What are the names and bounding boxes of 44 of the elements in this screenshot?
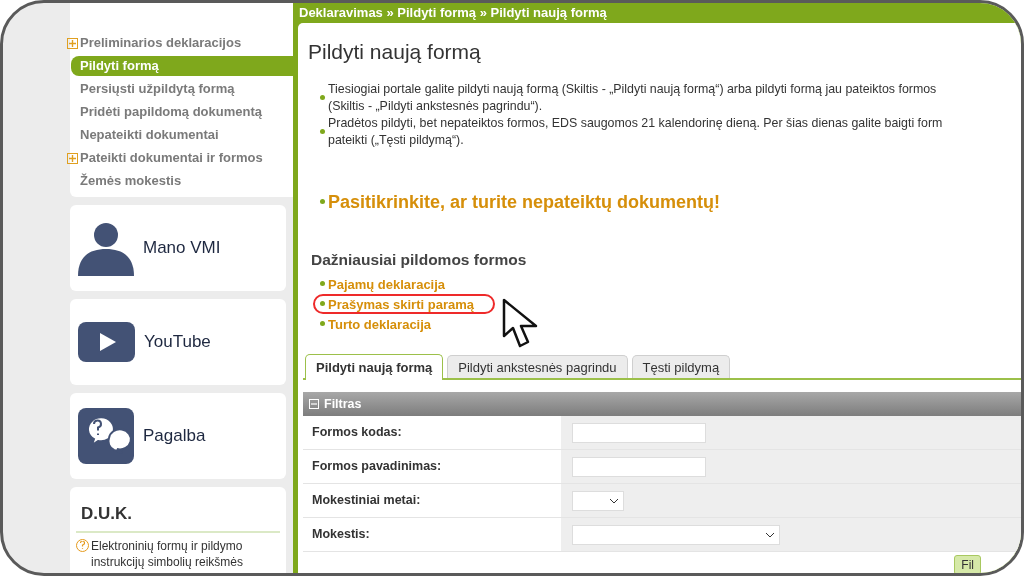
alert-link[interactable]: Pasitikrinkite, ar turite nepateiktų dokumentų! [328, 189, 721, 216]
expand-icon[interactable] [67, 152, 78, 164]
filter-header[interactable]: Filtras [303, 392, 1021, 417]
page-title: Pildyti naują formą [308, 38, 482, 65]
expand-icon[interactable] [67, 37, 78, 49]
tab[interactable]: Tęsti pildymą [631, 355, 731, 379]
filter-button[interactable]: Fil [954, 555, 981, 573]
section-heading: Dažniausiai pildomos formos [311, 250, 528, 270]
collapse-icon[interactable] [309, 399, 319, 410]
menu-item[interactable]: Persiųsti užpildytą formą [71, 79, 293, 99]
chevron-down-icon [765, 531, 775, 538]
bullet-icon [320, 300, 325, 306]
menu-item[interactable]: Žemės mokestis [71, 171, 293, 191]
text-field[interactable] [572, 456, 706, 477]
info-text: Tiesiogiai portale galite pildyti naują formą (Skiltis - „Pildyti naują formą“) arba pildyti formą jau pateiktos formos (Skiltis - „Pildyti ankstesnės pagrindu“). [328, 81, 937, 115]
year-dropdown[interactable] [572, 490, 624, 511]
link-card[interactable]: Pagalba [70, 393, 286, 479]
bullet-icon [320, 320, 325, 326]
text-field[interactable] [572, 422, 706, 443]
form-link[interactable]: Pajamų deklaracija [328, 274, 446, 294]
tab[interactable]: Pildyti naują formą [305, 354, 444, 381]
link-card[interactable]: Mano VMI [70, 205, 286, 291]
help-chat-icon [78, 408, 134, 464]
breadcrumb: Deklaravimas » Pildyti formą » Pildyti naują formą [298, 4, 608, 22]
person-icon [78, 220, 134, 276]
link-card[interactable]: YouTube [70, 299, 286, 385]
menu-item[interactable]: Nepateikti dokumentai [71, 125, 293, 145]
menu-item[interactable]: Pildyti formą [71, 56, 293, 76]
faq-link[interactable]: Elektroninių formų ir pildymo instrukcijų simbolių reikšmės [91, 537, 280, 570]
form-link[interactable]: Prašymas skirti paramą [328, 294, 474, 314]
chevron-down-icon [609, 497, 619, 504]
faq-title: D.U.K. [76, 501, 280, 533]
bullet-icon [320, 129, 325, 135]
play-icon [78, 322, 135, 362]
menu-item[interactable]: Pridėti papildomą dokumentą [71, 102, 293, 122]
bullet-icon [320, 95, 325, 101]
tab[interactable]: Pildyti ankstesnės pagrindu [447, 355, 628, 379]
bullet-icon [320, 280, 325, 286]
bullet-icon [320, 199, 325, 204]
menu-item[interactable]: Preliminarios deklaracijos [71, 33, 293, 53]
menu-item[interactable]: Pateikti dokumentai ir formos [71, 148, 293, 168]
tax-dropdown[interactable] [572, 524, 780, 545]
form-link[interactable]: Turto deklaracija [328, 314, 432, 334]
info-text: Pradėtos pildyti, bet nepateiktos formos, EDS saugomos 21 kalendorinę dieną. Per šias dienas galite baigti form pateikti („Tęsti pildymą“). [328, 115, 943, 149]
